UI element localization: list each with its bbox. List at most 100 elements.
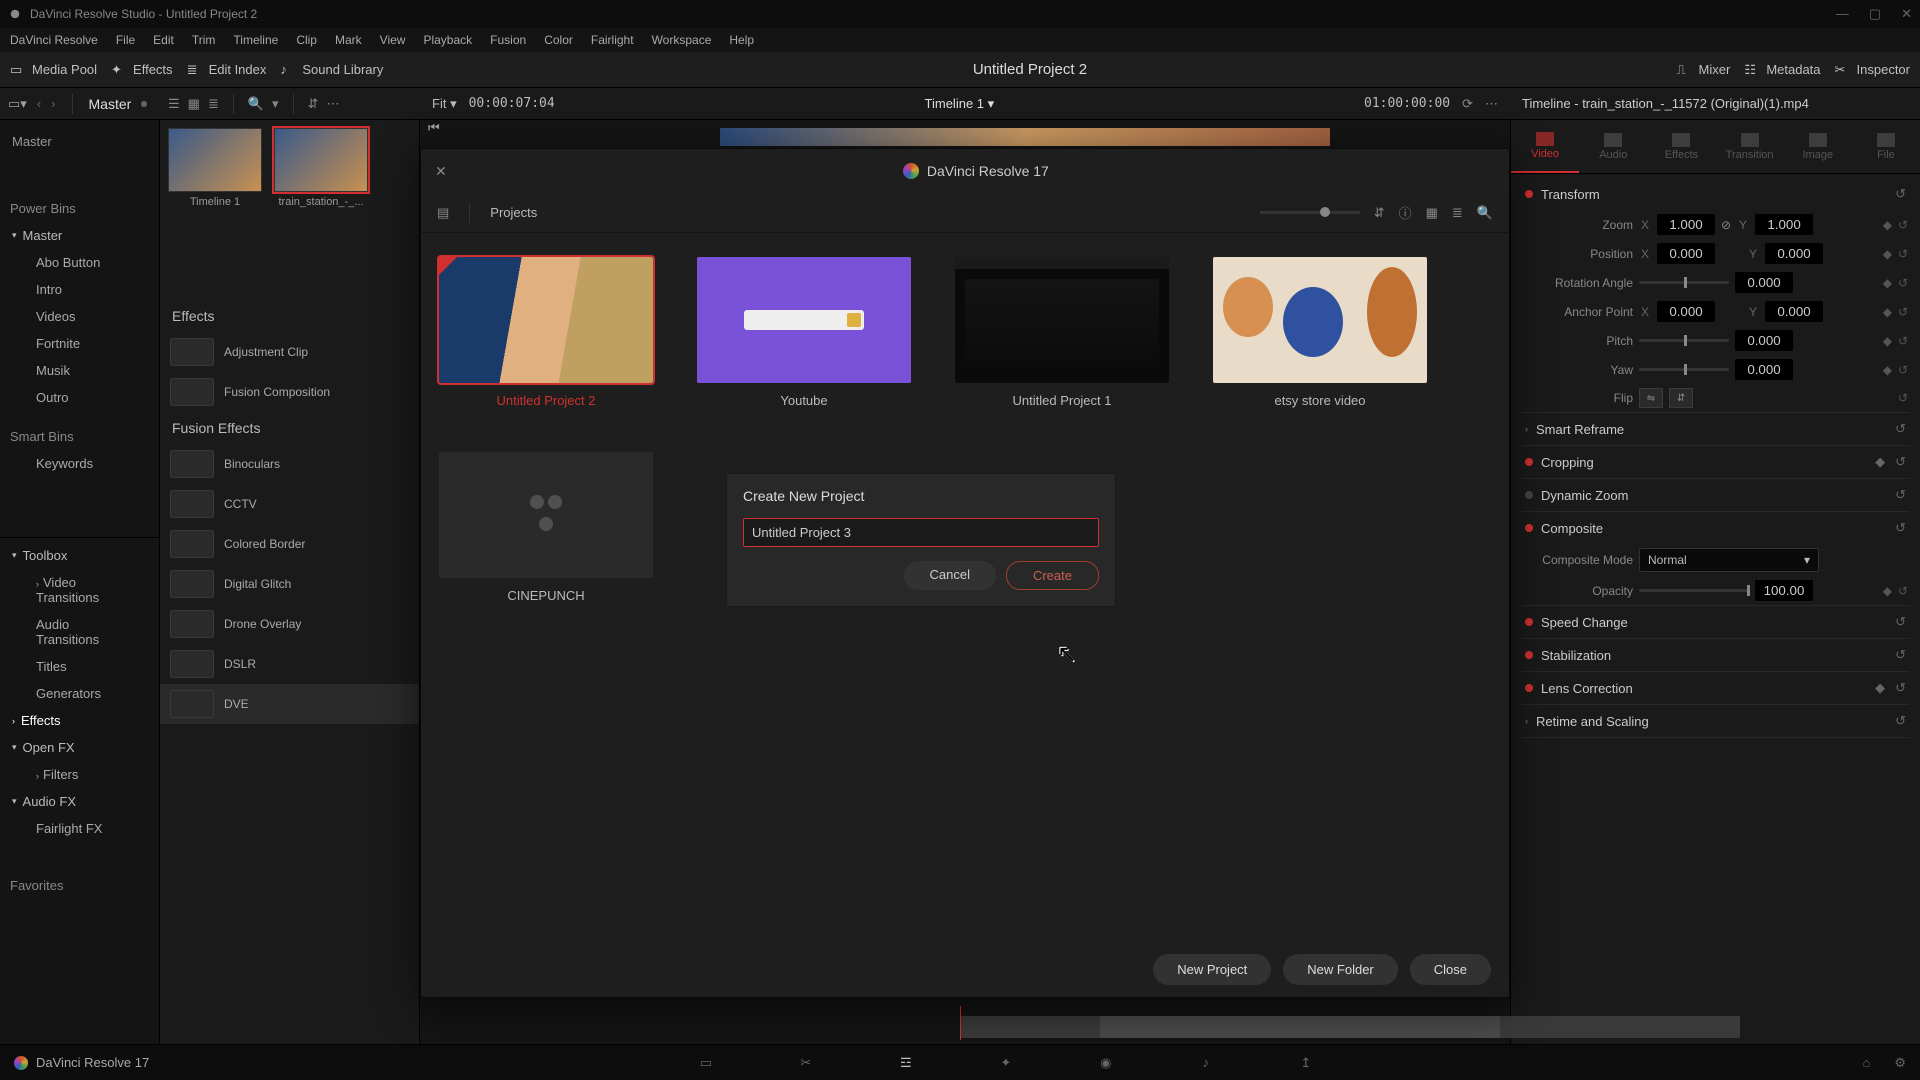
effect-item[interactable]: Adjustment Clip <box>160 332 419 372</box>
menu-mark[interactable]: Mark <box>335 33 362 47</box>
loop-icon[interactable]: ⟳ <box>1462 96 1473 112</box>
effects-toggle[interactable]: ✦Effects <box>111 62 173 78</box>
new-project-button[interactable]: New Project <box>1153 954 1271 985</box>
position-x-input[interactable] <box>1657 243 1715 264</box>
keyframe-icon[interactable]: ◆ <box>1883 363 1892 377</box>
section-speed-change[interactable]: Speed Change↺ <box>1521 606 1910 638</box>
audio-transitions[interactable]: Audio Transitions <box>0 611 159 653</box>
bin-master[interactable]: Master <box>0 126 159 157</box>
sound-library-toggle[interactable]: ♪Sound Library <box>280 62 383 78</box>
menu-davinci[interactable]: DaVinci Resolve <box>10 33 98 47</box>
project-thumb[interactable] <box>1213 257 1427 383</box>
menu-edit[interactable]: Edit <box>153 33 174 47</box>
generators[interactable]: Generators <box>0 680 159 707</box>
new-folder-button[interactable]: New Folder <box>1283 954 1397 985</box>
mixer-toggle[interactable]: ⎍Mixer <box>1677 62 1731 78</box>
bin-intro[interactable]: Intro <box>0 276 159 303</box>
power-bins-master[interactable]: ▾Master <box>0 222 159 249</box>
create-button[interactable]: Create <box>1006 561 1099 590</box>
menu-fusion[interactable]: Fusion <box>490 33 526 47</box>
gear-icon[interactable]: ⚙ <box>1894 1055 1906 1071</box>
effect-item[interactable]: Digital Glitch <box>160 564 419 604</box>
playhead[interactable] <box>960 1006 961 1040</box>
sort-icon[interactable]: ⇵ <box>1374 205 1385 221</box>
menu-file[interactable]: File <box>116 33 135 47</box>
page-media[interactable]: ▭ <box>696 1055 716 1071</box>
effect-item[interactable]: Fusion Composition <box>160 372 419 412</box>
keyframe-icon[interactable]: ◆ <box>1883 276 1892 290</box>
menu-fairlight[interactable]: Fairlight <box>591 33 634 47</box>
section-transform[interactable]: Transform↺ <box>1521 178 1910 210</box>
inspector-toggle[interactable]: ✂Inspector <box>1835 62 1910 78</box>
page-cut[interactable]: ✂ <box>796 1055 816 1071</box>
section-stabilization[interactable]: Stabilization↺ <box>1521 639 1910 671</box>
reset-icon[interactable]: ↺ <box>1895 186 1906 202</box>
effects-group[interactable]: ›Effects <box>0 707 159 734</box>
close-icon[interactable]: ✕ <box>435 163 447 180</box>
tab-file[interactable]: File <box>1852 120 1920 173</box>
opacity-input[interactable] <box>1755 580 1813 601</box>
home-icon[interactable]: ⌂ <box>1862 1055 1870 1071</box>
project-card[interactable]: CINEPUNCH <box>439 452 653 603</box>
timeline-name[interactable]: Timeline 1 ▾ <box>925 96 995 112</box>
bin-outro[interactable]: Outro <box>0 384 159 411</box>
bin-fortnite[interactable]: Fortnite <box>0 330 159 357</box>
yaw-slider[interactable] <box>1639 368 1729 371</box>
more-icon[interactable]: ⋯ <box>1485 96 1498 112</box>
keyframe-icon[interactable]: ◆ <box>1875 454 1885 470</box>
effect-item[interactable]: Colored Border <box>160 524 419 564</box>
thumb-size-slider[interactable] <box>1260 211 1360 214</box>
page-fairlight[interactable]: ♪ <box>1196 1055 1216 1071</box>
view-strip-icon[interactable]: ☰ <box>168 96 180 112</box>
view-grid-icon[interactable]: ▦ <box>188 96 200 112</box>
keyframe-icon[interactable]: ◆ <box>1875 680 1885 696</box>
keyframe-icon[interactable]: ◆ <box>1883 218 1892 232</box>
audiofx-group[interactable]: ▾Audio FX <box>0 788 159 815</box>
menu-help[interactable]: Help <box>729 33 754 47</box>
bin-view-icon[interactable]: ▭▾ <box>8 96 27 112</box>
metadata-toggle[interactable]: ☷Metadata <box>1744 62 1820 78</box>
edit-index-toggle[interactable]: ≣Edit Index <box>187 62 267 78</box>
project-thumb[interactable] <box>439 452 653 578</box>
project-thumb[interactable] <box>955 257 1169 383</box>
view-grid-icon[interactable]: ▦ <box>1426 205 1438 221</box>
reset-icon[interactable]: ↺ <box>1898 305 1908 319</box>
project-card[interactable]: Untitled Project 1 <box>955 257 1169 408</box>
clip-thumb[interactable]: Timeline 1 <box>168 128 262 292</box>
view-list-icon[interactable]: ≣ <box>208 96 219 112</box>
menu-playback[interactable]: Playback <box>423 33 472 47</box>
section-lens-correction[interactable]: Lens Correction◆↺ <box>1521 672 1910 704</box>
flip-v-button[interactable]: ⇵ <box>1669 388 1693 408</box>
reset-icon[interactable]: ↺ <box>1895 647 1906 663</box>
keyframe-icon[interactable]: ◆ <box>1883 584 1892 598</box>
effect-item[interactable]: DVE <box>160 684 419 724</box>
composite-mode-dropdown[interactable]: Normal▾ <box>1639 548 1819 572</box>
project-card[interactable]: Youtube <box>697 257 911 408</box>
page-fusion[interactable]: ✦ <box>996 1055 1016 1071</box>
reset-icon[interactable]: ↺ <box>1895 614 1906 630</box>
page-edit[interactable]: ☲ <box>896 1055 916 1071</box>
reset-icon[interactable]: ↺ <box>1895 520 1906 536</box>
rotation-slider[interactable] <box>1639 281 1729 284</box>
search-icon[interactable]: 🔍 <box>248 96 264 112</box>
pitch-input[interactable] <box>1735 330 1793 351</box>
nav-back[interactable]: ‹ <box>37 96 41 111</box>
search-icon[interactable]: 🔍 <box>1477 205 1493 221</box>
reset-icon[interactable]: ↺ <box>1898 218 1908 232</box>
bin-abo[interactable]: Abo Button <box>0 249 159 276</box>
clip-thumb[interactable]: train_station_-_... <box>274 128 368 292</box>
section-retime[interactable]: ›Retime and Scaling↺ <box>1521 705 1910 737</box>
titles[interactable]: Titles <box>0 653 159 680</box>
play-prev-icon[interactable]: ⏮ <box>428 120 440 136</box>
keyframe-icon[interactable]: ◆ <box>1883 334 1892 348</box>
keyframe-icon[interactable]: ◆ <box>1883 305 1892 319</box>
yaw-input[interactable] <box>1735 359 1793 380</box>
chevron-down-icon[interactable]: ▾ <box>272 96 279 112</box>
smart-bins-header[interactable]: Smart Bins <box>0 423 159 450</box>
database-icon[interactable]: ▤ <box>437 205 449 221</box>
toolbox-group[interactable]: ▾Toolbox <box>0 542 159 569</box>
reset-icon[interactable]: ↺ <box>1898 363 1908 377</box>
zoom-y-input[interactable] <box>1755 214 1813 235</box>
reset-icon[interactable]: ↺ <box>1898 391 1908 405</box>
bin-musik[interactable]: Musik <box>0 357 159 384</box>
